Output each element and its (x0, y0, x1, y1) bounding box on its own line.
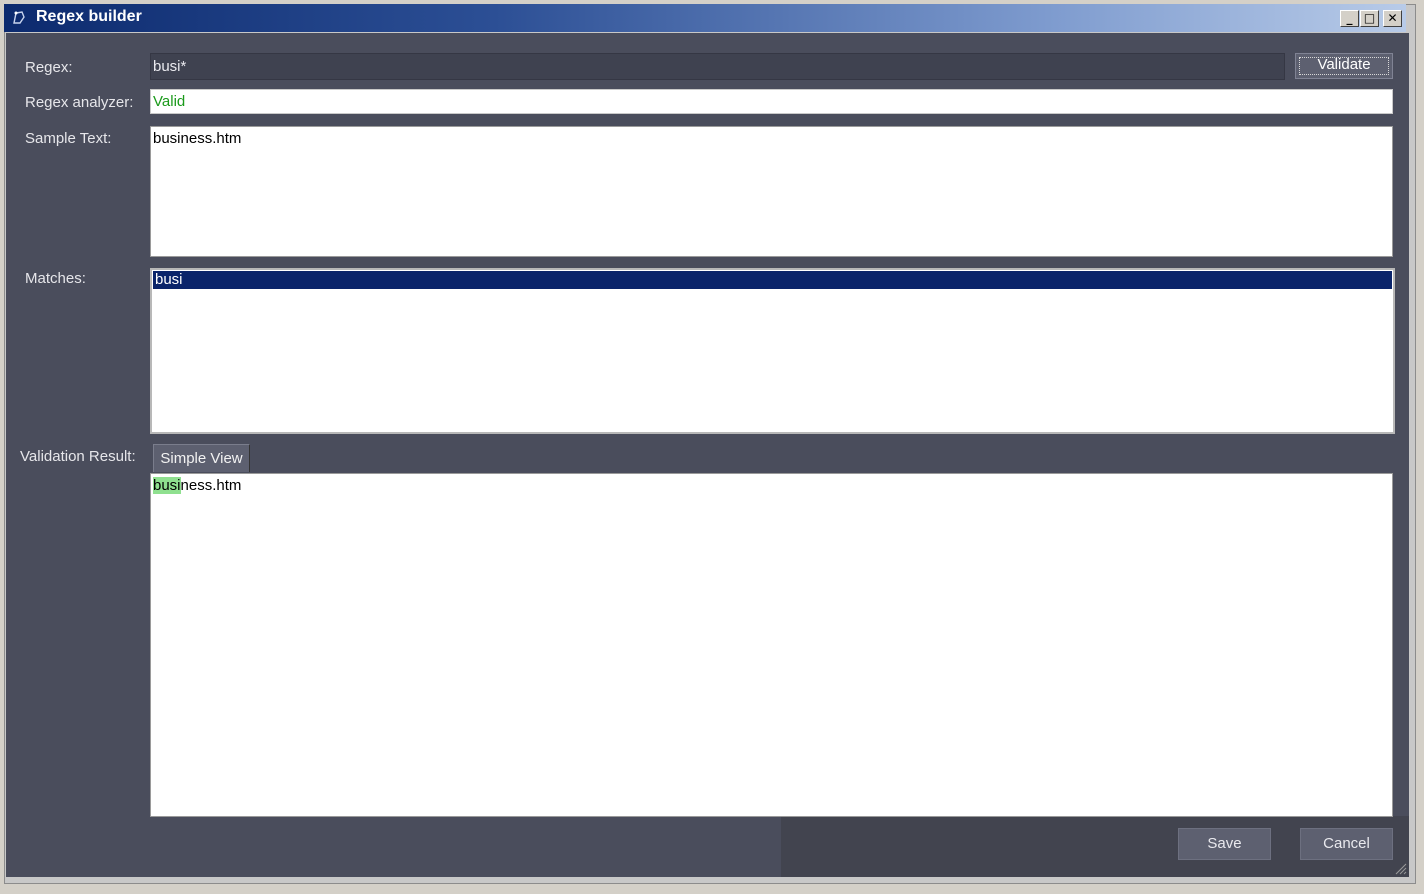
matches-list[interactable]: busi (150, 268, 1395, 434)
result-text-rest: ness.htm (180, 477, 242, 494)
regex-app-icon (13, 11, 25, 24)
minimize-button[interactable]: _ (1340, 10, 1359, 27)
title-bar[interactable]: Regex builder _ □ ✕ (4, 4, 1406, 32)
list-item[interactable]: busi (153, 271, 1392, 289)
validate-button-label: Validate (1317, 56, 1371, 73)
regex-analyzer-label: Regex analyzer: (25, 94, 134, 111)
sample-text-area[interactable]: business.htm (150, 126, 1393, 257)
sample-text-label: Sample Text: (25, 130, 112, 147)
minimize-icon: _ (1346, 11, 1353, 25)
matches-label: Matches: (25, 270, 86, 287)
match-highlight: busi (153, 477, 181, 494)
regex-input[interactable] (150, 53, 1285, 80)
dialog-body: Regex: Validate Regex analyzer: Valid Sa… (6, 33, 1409, 877)
window-title: Regex builder (36, 8, 142, 25)
validation-result-area[interactable]: business.htm (150, 473, 1393, 817)
maximize-button[interactable]: □ (1360, 10, 1379, 27)
validate-button[interactable]: Validate (1295, 53, 1393, 79)
regex-label: Regex: (25, 59, 73, 76)
save-button[interactable]: Save (1178, 828, 1271, 860)
close-button[interactable]: ✕ (1383, 10, 1402, 27)
maximize-icon: □ (1363, 11, 1376, 25)
close-icon: ✕ (1387, 11, 1398, 25)
regex-analyzer-field: Valid (150, 89, 1393, 114)
resize-grip-icon[interactable] (1393, 861, 1407, 875)
tab-simple-view[interactable]: Simple View (153, 444, 250, 472)
cancel-button[interactable]: Cancel (1300, 828, 1393, 860)
validation-result-label: Validation Result: (20, 448, 136, 465)
